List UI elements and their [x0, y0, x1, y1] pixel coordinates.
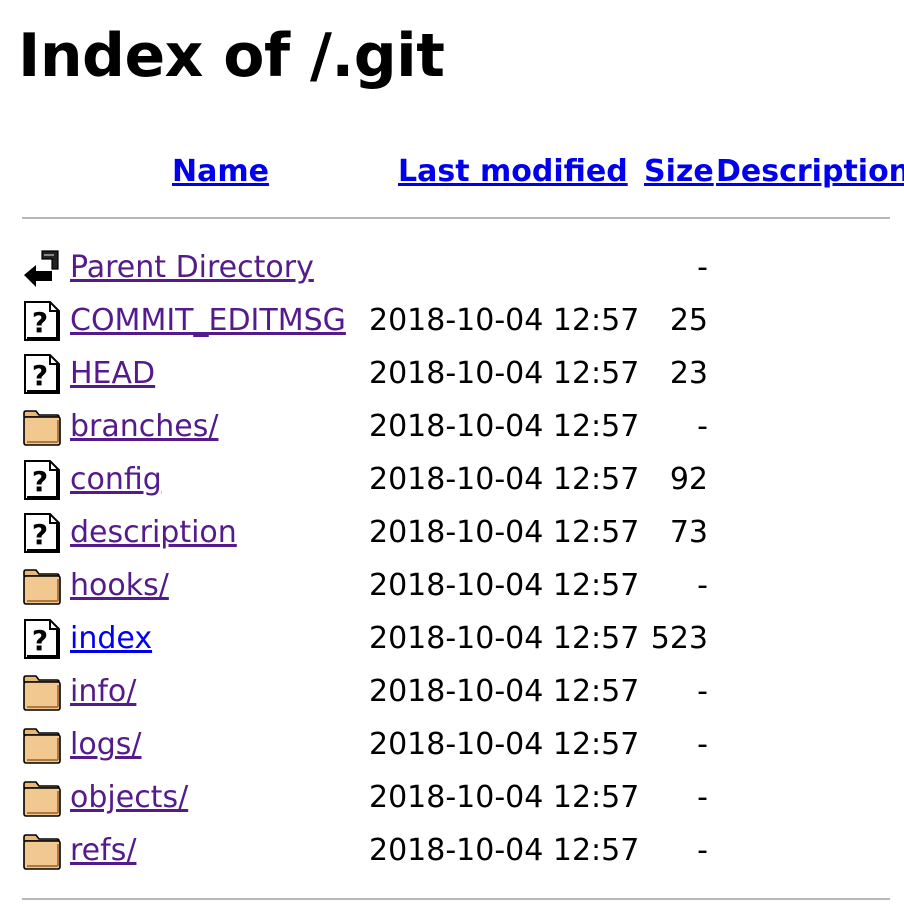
- size-cell: -: [697, 250, 708, 285]
- last-modified-cell: 2018-10-04 12:57: [369, 727, 640, 762]
- file-link[interactable]: refs/: [70, 831, 136, 871]
- file-link[interactable]: config: [70, 460, 162, 500]
- list-item: ? index 2018-10-04 12:57 523: [0, 615, 904, 665]
- size-cell: 23: [669, 356, 708, 391]
- file-link[interactable]: COMMIT_EDITMSG: [70, 301, 346, 341]
- file-link[interactable]: branches/: [70, 407, 218, 447]
- unknown-file-icon: ?: [22, 512, 62, 554]
- file-link[interactable]: description: [70, 513, 237, 553]
- last-modified-cell: 2018-10-04 12:57: [369, 409, 640, 444]
- folder-icon: [22, 830, 62, 872]
- back-arrow-icon: [22, 247, 62, 289]
- size-cell: -: [697, 409, 708, 444]
- file-link[interactable]: hooks/: [70, 566, 169, 606]
- list-item: refs/2018-10-04 12:57 -: [0, 827, 904, 877]
- unknown-file-icon: ?: [22, 618, 62, 660]
- file-link[interactable]: index: [70, 619, 152, 659]
- file-link[interactable]: HEAD: [70, 354, 155, 394]
- size-cell: -: [697, 727, 708, 762]
- size-cell: 25: [669, 303, 708, 338]
- sort-by-description-link[interactable]: Description: [716, 152, 904, 192]
- list-item: ? config 2018-10-04 12:57 92: [0, 456, 904, 506]
- file-link[interactable]: info/: [70, 672, 136, 712]
- list-item: objects/2018-10-04 12:57 -: [0, 774, 904, 824]
- last-modified-cell: 2018-10-04 12:57: [369, 515, 640, 550]
- size-cell: -: [697, 568, 708, 603]
- folder-icon: [22, 724, 62, 766]
- size-cell: 92: [669, 462, 708, 497]
- last-modified-cell: 2018-10-04 12:57: [369, 780, 640, 815]
- footer-divider: [22, 898, 890, 900]
- last-modified-cell: 2018-10-04 12:57: [369, 833, 640, 868]
- folder-icon: [22, 565, 62, 607]
- file-link[interactable]: Parent Directory: [70, 248, 314, 288]
- last-modified-cell: 2018-10-04 12:57: [369, 303, 640, 338]
- svg-text:?: ?: [32, 518, 48, 551]
- page-title: Index of /.git: [18, 21, 445, 91]
- sort-by-size-link[interactable]: Size: [644, 152, 714, 192]
- list-item: ? HEAD 2018-10-04 12:57 23: [0, 350, 904, 400]
- file-link[interactable]: objects/: [70, 778, 188, 818]
- size-cell: -: [697, 674, 708, 709]
- last-modified-cell: 2018-10-04 12:57: [369, 621, 640, 656]
- last-modified-cell: 2018-10-04 12:57: [369, 568, 640, 603]
- unknown-file-icon: ?: [22, 300, 62, 342]
- folder-icon: [22, 406, 62, 448]
- folder-icon: [22, 777, 62, 819]
- svg-text:?: ?: [32, 624, 48, 657]
- list-item: branches/2018-10-04 12:57 -: [0, 403, 904, 453]
- size-cell: 523: [650, 621, 708, 656]
- list-item: hooks/2018-10-04 12:57 -: [0, 562, 904, 612]
- size-cell: 73: [669, 515, 708, 550]
- sort-by-last-modified-link[interactable]: Last modified: [398, 152, 628, 192]
- last-modified-cell: 2018-10-04 12:57: [369, 674, 640, 709]
- unknown-file-icon: ?: [22, 459, 62, 501]
- list-item: ? COMMIT_EDITMSG 2018-10-04 12:57 25: [0, 297, 904, 347]
- header-divider: [22, 217, 890, 219]
- list-item: info/2018-10-04 12:57 -: [0, 668, 904, 718]
- size-cell: -: [697, 780, 708, 815]
- unknown-file-icon: ?: [22, 353, 62, 395]
- svg-text:?: ?: [32, 359, 48, 392]
- list-item: logs/2018-10-04 12:57 -: [0, 721, 904, 771]
- svg-text:?: ?: [32, 306, 48, 339]
- list-item: ? description 2018-10-04 12:57 73: [0, 509, 904, 559]
- list-item: Parent Directory -: [0, 244, 904, 294]
- last-modified-cell: 2018-10-04 12:57: [369, 462, 640, 497]
- last-modified-cell: 2018-10-04 12:57: [369, 356, 640, 391]
- sort-by-name-link[interactable]: Name: [172, 152, 269, 192]
- folder-icon: [22, 671, 62, 713]
- svg-text:?: ?: [32, 465, 48, 498]
- size-cell: -: [697, 833, 708, 868]
- file-link[interactable]: logs/: [70, 725, 141, 765]
